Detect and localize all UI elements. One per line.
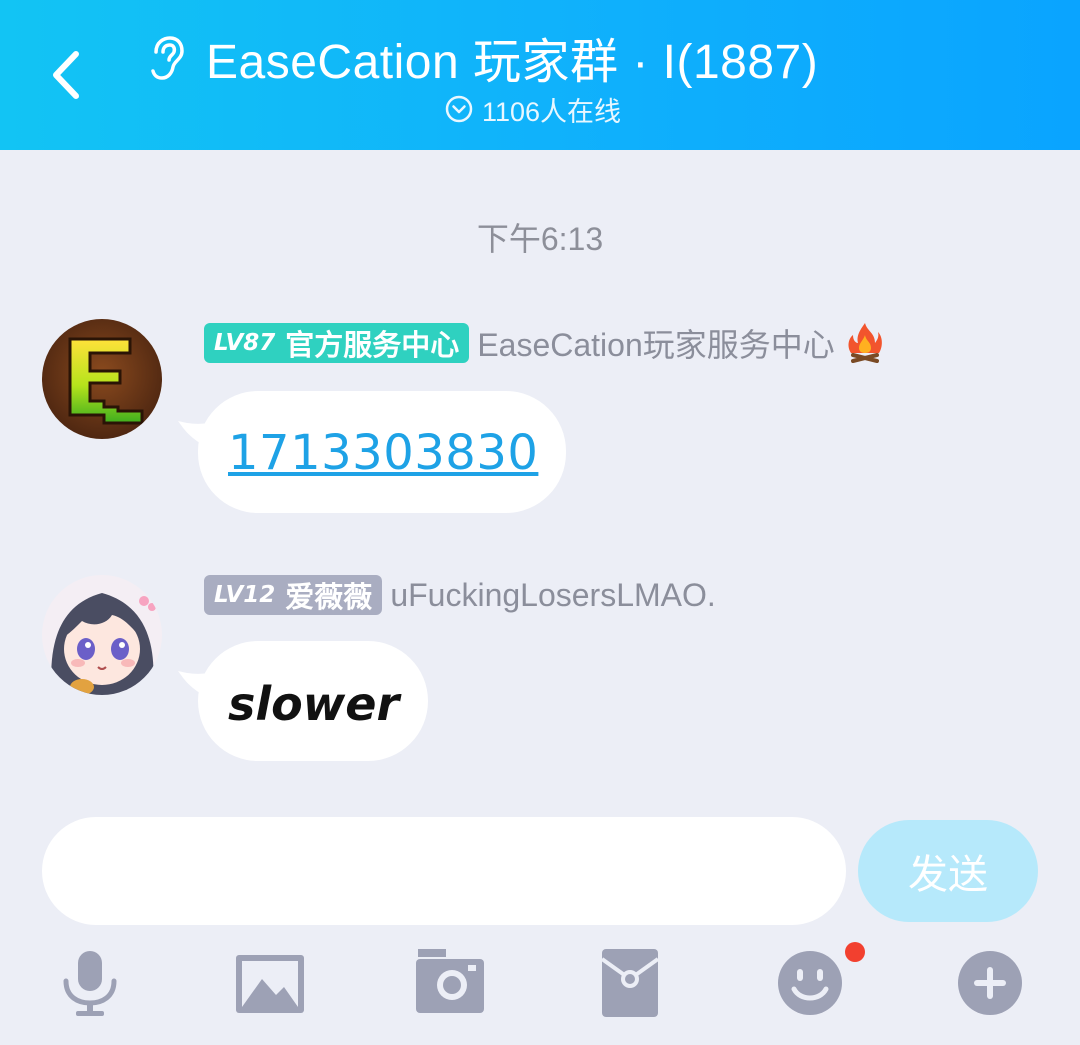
- anime-girl-avatar: [42, 575, 162, 695]
- fire-icon: [848, 323, 882, 363]
- notification-dot: [845, 942, 865, 962]
- image-button[interactable]: [232, 945, 308, 1021]
- message-text: slower: [228, 677, 400, 731]
- image-icon: [236, 955, 304, 1013]
- sender-nickname[interactable]: EaseCation玩家服务中心: [477, 320, 834, 366]
- ear-icon[interactable]: [146, 34, 186, 82]
- group-title-label: 爱薇薇: [285, 580, 373, 614]
- voice-button[interactable]: [52, 945, 128, 1021]
- more-button[interactable]: [952, 945, 1028, 1021]
- level-title-badge[interactable]: LV12 爱薇薇: [204, 575, 383, 615]
- chevron-left-icon: [53, 51, 79, 99]
- plus-icon: [958, 951, 1022, 1015]
- group-title-label: 官方服务中心: [285, 328, 460, 362]
- red-packet-icon: [600, 949, 660, 1017]
- camera-button[interactable]: [412, 945, 488, 1021]
- message-input[interactable]: [42, 817, 846, 925]
- chat-header: EaseCation 玩家群 · I(1887) 1106人在线: [0, 0, 1080, 150]
- bubble-tail: [178, 671, 208, 697]
- message-timestamp: 下午6:13: [476, 221, 604, 257]
- send-button[interactable]: 发送: [858, 820, 1038, 922]
- online-count[interactable]: 1106人在线: [444, 90, 621, 128]
- back-button[interactable]: [38, 40, 98, 110]
- sender-meta-row: LV87 官方服务中心 EaseCation玩家服务中心: [204, 322, 885, 364]
- camera-icon: [416, 949, 484, 1013]
- bubble-tail: [178, 421, 208, 447]
- sender-nickname[interactable]: uFuckingLosersLMAO.: [390, 577, 715, 614]
- level-title-badge[interactable]: LV87 官方服务中心: [204, 323, 470, 363]
- red-packet-button[interactable]: [592, 945, 668, 1021]
- easecation-logo-avatar: [42, 319, 162, 439]
- emoji-icon: [778, 951, 842, 1015]
- chevron-down-circle-icon: [445, 95, 473, 123]
- avatar-aiweiwei[interactable]: [42, 575, 162, 695]
- group-title[interactable]: EaseCation 玩家群 · I(1887): [206, 22, 818, 92]
- message-bubble[interactable]: 1713303830: [178, 391, 566, 513]
- online-count-text: 1106人在线: [482, 96, 622, 127]
- avatar-official-service[interactable]: [42, 319, 162, 439]
- microphone-icon: [63, 951, 117, 1016]
- message-bubble[interactable]: slower: [178, 641, 428, 761]
- sender-meta-row: LV12 爱薇薇 uFuckingLosersLMAO.: [204, 574, 716, 616]
- level-label: LV87: [214, 330, 276, 356]
- input-bar: 发送: [0, 795, 1080, 1045]
- message-link[interactable]: 1713303830: [228, 425, 538, 481]
- level-label: LV12: [214, 582, 276, 608]
- emoji-button[interactable]: [772, 945, 848, 1021]
